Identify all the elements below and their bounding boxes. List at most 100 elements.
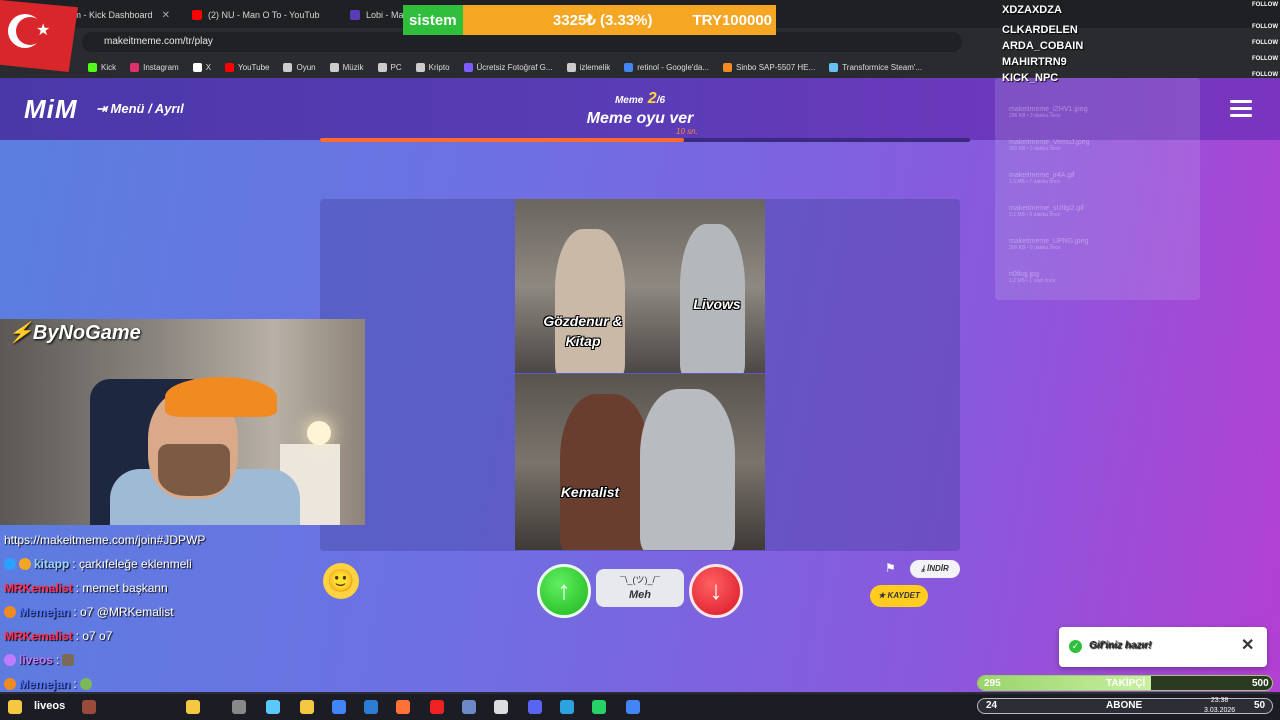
folder-icon [566,62,576,72]
chat-message: https://makeitmeme.com/join#JDPWP [4,533,205,547]
meh-button[interactable]: ¯\_(ツ)_/¯ Meh [596,569,684,607]
round-indicator: Meme 2/6 Meme oyu ver [540,90,740,128]
bookmark-transformice[interactable]: Transformice Steam'... [829,62,923,72]
follower-count: 295 [984,678,1001,689]
close-icon[interactable]: ✕ [162,10,170,21]
bookmark-label: retinol - Google'da... [637,62,710,72]
download-item[interactable]: makeitmeme_jr4A.gif 1.5 MB • 7 dakika önc… [1009,172,1075,185]
follower-goal-target: 500 [1252,678,1269,689]
save-label: KAYDET [887,591,920,600]
bookmark-kripto[interactable]: Kripto [415,62,450,72]
follow-tag: FOLLOW [1252,24,1278,30]
copilot-icon[interactable] [266,700,280,714]
bookmark-sinbo[interactable]: Sinbo SAP-5507 HE... [723,62,815,72]
download-info: 296 KB • 3 dakika önce [1009,113,1061,119]
meh-face: ¯\_(ツ)_/¯ [620,575,660,585]
lightning-icon: ⚡ [8,322,33,344]
follow-tag: FOLLOW [1252,2,1278,8]
bookmark-izlemelik[interactable]: izlemelik [566,62,610,72]
download-button[interactable]: ⤓ İNDİR [910,560,960,578]
task-view-icon[interactable] [232,700,246,714]
folder-icon [283,62,293,72]
app-icon[interactable] [462,700,476,714]
close-icon[interactable]: ✕ [1241,635,1254,655]
download-item[interactable]: makeitmeme_VemuJ.jpeg 332 KB • 3 dakika ö… [1009,139,1090,152]
bookmark-label: Ücretsiz Fotoğraf G... [476,62,553,72]
arrow-up-icon: ↑ [557,575,571,605]
meme-caption-top-right: Livows [693,296,741,312]
man-figure [640,389,735,550]
follow-tag: FOLLOW [1252,56,1278,62]
woman-figure [555,229,625,373]
opera-icon[interactable] [430,700,444,714]
download-info: 300 KB • 9 dakika önce [1009,245,1061,251]
obs-icon[interactable] [494,700,508,714]
upvote-button[interactable]: ↑ [537,564,591,618]
follower-goal-bar: 295 TAKİPÇİ 500 [977,675,1273,691]
discord-icon[interactable] [528,700,542,714]
chat-message: MRKemalist: o7 o7 [4,629,112,643]
ticker-goal: TRY100000 [692,11,773,29]
url-field[interactable]: makeitmeme.com/tr/play [82,32,962,52]
chrome-icon[interactable] [332,700,346,714]
menu-leave-link[interactable]: ⇥ Menü / Ayrıl [96,101,184,117]
whatsapp-icon[interactable] [592,700,606,714]
report-flag-icon[interactable]: ⚑ [885,561,896,575]
toast-notification: ✓ Gif'iniz hazır! ✕ [1059,627,1267,667]
bookmark-retinol[interactable]: retinol - Google'da... [624,62,710,72]
widgets-icon[interactable] [8,700,22,714]
check-icon: ✓ [1069,640,1082,653]
chrome-icon[interactable] [626,700,640,714]
instagram-icon [130,62,140,72]
tab-youtube[interactable]: (2) NU - Man O To - YouTub [184,4,334,26]
app-logo[interactable]: MiM [24,94,78,125]
bookmark-label: Transformice Steam'... [842,62,923,72]
x-icon [192,62,202,72]
bookmark-label: Müzik [342,62,364,72]
tab-lobi[interactable]: Lobi - Mak [342,4,406,26]
bookmark-youtube[interactable]: YouTube [225,62,269,72]
bookmark-pc[interactable]: PC [377,62,402,72]
arrow-down-icon: ↓ [709,575,723,605]
meme-image: Gözdenur & Kitap Livows Kemalist [515,199,765,550]
badge-icon [4,558,16,570]
brand-name: ByNoGame [32,322,141,344]
download-item[interactable]: makeitmeme_iZHV1.jpeg 296 KB • 3 dakika ö… [1009,106,1088,119]
chat-user: Memejan [19,677,71,691]
download-info: 1.2 MB • 1 saat önce [1009,278,1056,284]
bookmark-kick[interactable]: Kick [88,62,116,72]
webcam-feed [0,319,365,525]
round-current: 2 [647,90,657,107]
google-icon [624,62,634,72]
telegram-icon[interactable] [560,700,574,714]
mail-icon[interactable] [364,700,378,714]
download-item[interactable]: n0tkqj.jpg 1.2 MB • 1 saat önce [1009,271,1055,284]
chat-user: kitapp [34,557,70,571]
taskbar-username: liveos [34,700,66,712]
meh-label: Meh [629,589,651,601]
clock-date: 3.03.2026 [1204,707,1236,714]
chat-message: kitapp: çarkıfeleğe eklenmeli [4,557,192,571]
firefox-icon[interactable] [396,700,410,714]
emote-icon [79,678,92,690]
download-item[interactable]: makeitmeme_UPNG.jpeg 300 KB • 9 dakika ön… [1009,238,1088,251]
bookmark-instagram[interactable]: Instagram [130,62,179,72]
file-explorer-icon[interactable] [300,700,314,714]
subscriber-goal-label: ABONE [1106,700,1143,711]
bookmark-ucretsiz-fotograf[interactable]: Ücretsiz Fotoğraf G... [463,62,553,72]
chat-text: : memet başkann [75,581,168,595]
chat-message: Memejan: [4,677,92,691]
bookmark-muzik[interactable]: Müzik [329,62,364,72]
bookmark-x[interactable]: X [192,62,211,72]
save-button[interactable]: ★ KAYDET [870,585,928,607]
meme-panel-top: Gözdenur & Kitap Livows [515,199,765,373]
download-name: makeitmeme_iZHV1.jpeg [1009,106,1088,113]
hamburger-menu-icon[interactable] [1230,100,1252,118]
download-info: 332 KB • 3 dakika önce [1009,146,1061,152]
downvote-button[interactable]: ↓ [689,564,743,618]
download-item[interactable]: makeitmeme_sUtlgi2.gif 2.1 MB • 9 dakika … [1009,205,1084,218]
system-clock: 23:38 3.03.2026 [1204,696,1235,716]
chat-text: https://makeitmeme.com/join#JDPWP [4,533,206,547]
bookmark-oyun[interactable]: Oyun [283,62,316,72]
chat-text: : çarkıfeleğe eklenmeli [72,557,192,571]
